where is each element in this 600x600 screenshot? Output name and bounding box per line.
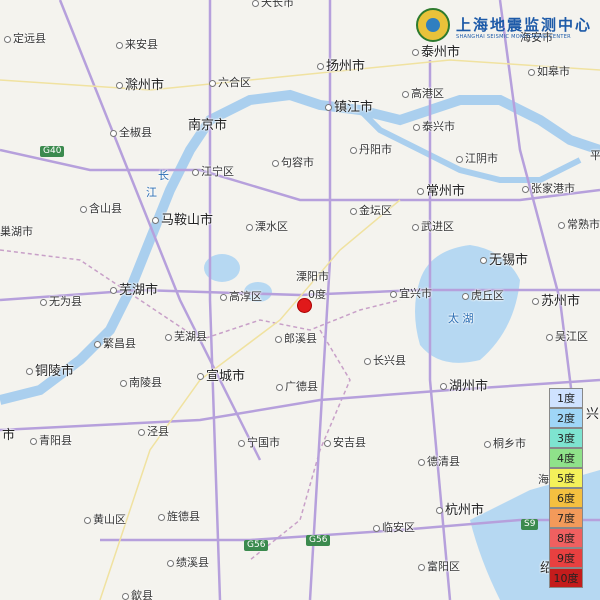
expressway [58,0,262,461]
city-label: 安吉县 [324,437,366,449]
legend-item: 10度 [549,568,583,588]
city-label: 旌德县 [158,511,200,523]
city-label: 高淳区 [220,291,262,303]
logo-subtitle: SHANGHAI SEISMIC MONITORING CENTER [456,34,571,40]
city-label: 黄山区 [84,514,126,526]
expressway [208,0,222,600]
city-label: 天长市 [252,0,294,9]
city-label: 临安区 [373,522,415,534]
city-label: 南京市 [188,118,228,133]
city-label: 铜陵市 [26,365,74,378]
city-label: 歙县 [122,590,153,600]
city-label: 市 [2,428,16,443]
city-label: 如皋市 [528,66,570,78]
legend-item: 6度 [549,488,583,508]
city-label: 吴江区 [546,331,588,343]
road-shield: S9 [521,519,539,530]
city-label: 溧水区 [246,221,288,233]
city-label: 长兴县 [364,355,406,367]
city-label: 无锡市 [480,254,528,267]
logo-title: 上海地震监测中心 [456,16,593,34]
city-label: 郎溪县 [275,333,317,345]
city-label: 武进区 [412,221,454,233]
legend-item: 5度 [549,468,583,488]
city-label: 绩溪县 [167,557,209,569]
city-label: 泾县 [138,426,169,438]
city-label: 无为县 [40,296,82,308]
road-shield: G40 [40,146,65,157]
city-label: 宣城市 [197,370,245,383]
city-label: 高港区 [402,88,444,100]
city-label: 来安县 [116,39,158,51]
city-label: 杭州市 [436,504,484,517]
city-label: 金坛区 [350,205,392,217]
epicenter-intensity-label: 0度 [308,288,326,301]
city-label: 江宁区 [192,166,234,178]
city-label: 巢湖市 [0,225,33,238]
legend-item: 3度 [549,428,583,448]
intensity-legend: 1度 2度 3度 4度 5度 6度 7度 8度 9度 10度 [549,388,583,588]
map-view[interactable]: 天长市 泰州市 海安市 定远县 来安县 如皋市 滁州市 六合区 扬州市 高港区 … [0,0,600,600]
river-label: 长 [158,169,169,182]
city-label: 滁州市 [116,79,164,92]
city-label: 江阴市 [456,153,498,165]
road-shield: G56 [244,540,269,551]
city-label: 定远县 [4,33,46,45]
legend-item: 1度 [549,388,583,408]
city-label: 泰州市 [412,46,460,59]
city-label: 虎丘区 [462,290,504,302]
road-shield: G56 [306,535,331,546]
yangtze-river [0,89,600,405]
legend-item: 9度 [549,548,583,568]
city-label: 海 [538,473,549,486]
legend-item: 2度 [549,408,583,428]
river-label: 江 [146,186,157,199]
city-label: 六合区 [209,77,251,89]
city-label: 桐乡市 [484,438,526,450]
city-label: 湖州市 [440,380,488,393]
city-label: 含山县 [80,203,122,215]
logo: 上海地震监测中心 SHANGHAI SEISMIC MONITORING CEN… [416,8,596,48]
city-label: 泰兴市 [413,121,455,133]
city-label: 句容市 [272,157,314,169]
city-label: 南陵县 [120,377,162,389]
city-label: 平 [590,149,600,162]
city-label: 芜湖县 [165,331,207,343]
city-label: 溧阳市 [296,270,329,283]
city-label: 繁昌县 [94,338,136,350]
city-label: 镇江市 [325,101,373,114]
city-label: 青阳县 [30,435,72,447]
city-label: 常州市 [417,185,465,198]
city-label: 全椒县 [110,127,152,139]
city-label: 德清县 [418,456,460,468]
city-label: 宜兴市 [390,288,432,300]
city-label: 广德县 [276,381,318,393]
legend-item: 7度 [549,508,583,528]
lake-label: 太 湖 [448,312,474,325]
city-label: 马鞍山市 [152,214,213,227]
city-label: 丹阳市 [350,144,392,156]
city-label: 宁国市 [238,437,280,449]
legend-item: 8度 [549,528,583,548]
city-label: 苏州市 [532,295,580,308]
city-label: 芜湖市 [110,284,158,297]
seismic-center-logo-icon [416,8,450,42]
city-label: 常熟市 [558,219,600,231]
city-label: 富阳区 [418,561,460,573]
legend-item: 4度 [549,448,583,468]
city-label: 张家港市 [522,183,575,195]
city-label: 兴 [586,407,600,422]
city-label: 扬州市 [317,60,365,73]
